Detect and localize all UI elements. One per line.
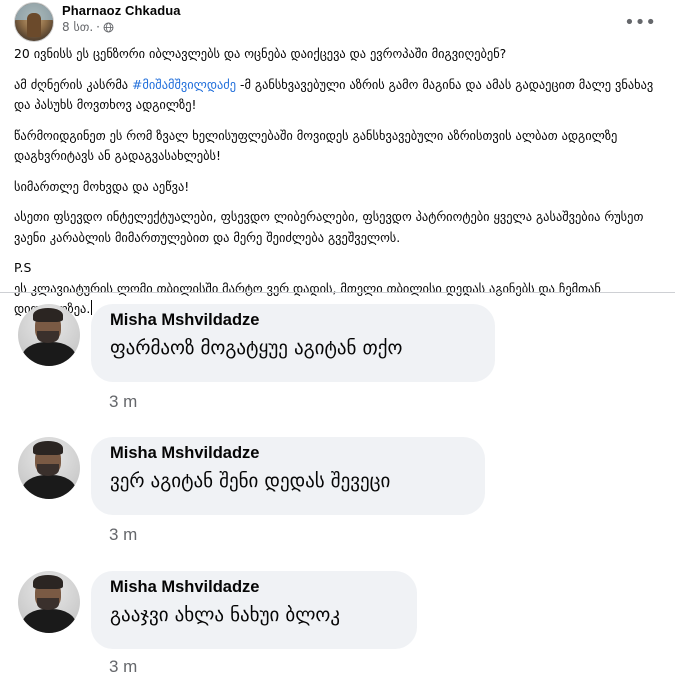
comment: Misha Mshvildadze ვერ აგიტან შენი დედას … [0,433,675,545]
comment-time[interactable]: 3 m [109,525,137,545]
author-name[interactable]: Pharnaoz Chkadua [62,3,181,18]
comment-text: ფარმაოზ მოგატყუე აგიტან თქო [110,337,403,359]
comment-text: ვერ აგიტან შენი დედას შევეცი [110,470,391,492]
post-body: 20 ივნისს ეს ცენზორი იბლავლებს და ოცნება… [14,44,664,330]
hashtag-link[interactable]: #მიშამშვილდაძე [132,77,236,92]
commenter-name[interactable]: Misha Mshvildadze [110,311,259,330]
more-options-icon: ••• [624,12,656,33]
divider [0,292,675,293]
more-options-button[interactable]: ••• [624,8,656,38]
comment-bubble: Misha Mshvildadze გააჯვი ახლა ნახუი ბლოკ [91,571,417,649]
commenter-avatar[interactable] [18,304,80,366]
commenter-name[interactable]: Misha Mshvildadze [110,444,259,463]
author-avatar[interactable] [14,2,54,42]
commenter-name[interactable]: Misha Mshvildadze [110,578,259,597]
comment-text: გააჯვი ახლა ნახუი ბლოკ [110,604,341,626]
post-meta: 8 სთ. · [62,20,114,34]
comment: Misha Mshvildadze გააჯვი ახლა ნახუი ბლოკ… [0,567,675,677]
post-paragraph: P.S [14,260,32,275]
globe-icon[interactable] [103,22,114,33]
post-paragraph: ამ ძღნერის კასრმა #მიშამშვილდაძე -მ განს… [14,76,654,113]
comment: Misha Mshvildadze ფარმაოზ მოგატყუე აგიტა… [0,300,675,412]
comment-time[interactable]: 3 m [109,657,137,677]
comment-bubble: Misha Mshvildadze ვერ აგიტან შენი დედას … [91,437,485,515]
commenter-avatar[interactable] [18,571,80,633]
commenter-avatar[interactable] [18,437,80,499]
post-paragraph: 20 ივნისს ეს ცენზორი იბლავლებს და ოცნება… [14,46,507,61]
comment-bubble: Misha Mshvildadze ფარმაოზ მოგატყუე აგიტა… [91,304,495,382]
post-header: Pharnaoz Chkadua 8 სთ. · ••• [0,0,675,44]
separator-dot: · [96,20,100,34]
post-paragraph: წარმოიდგინეთ ეს რომ ზვალ ხელისუფლებაში მ… [14,127,618,164]
post-paragraph: ასეთი ფსევდო ინტელექტუალები, ფსევდო ლიბე… [14,209,644,245]
comment-time[interactable]: 3 m [109,392,137,412]
post-paragraph: სიმართლე მოხვდა და აეწვა! [14,178,190,194]
post-time[interactable]: 8 სთ. [62,20,93,34]
